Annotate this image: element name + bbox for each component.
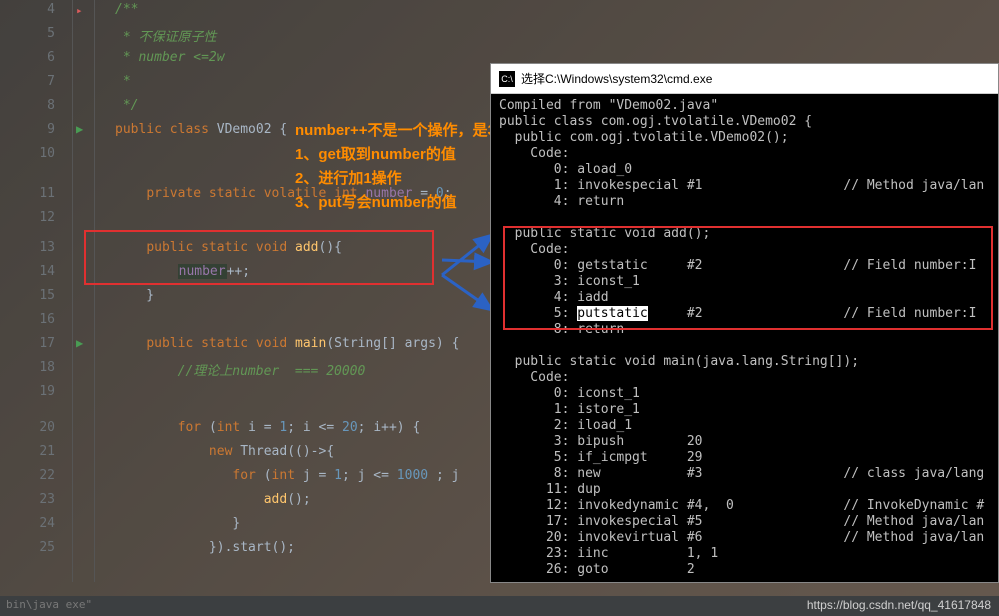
cmd-title-text: 选择C:\Windows\system32\cmd.exe xyxy=(521,70,712,87)
watermark: https://blog.csdn.net/qq_41617848 xyxy=(807,598,991,612)
line-number: 7 xyxy=(30,74,55,89)
code-line[interactable]: /** xyxy=(115,2,138,17)
code-line[interactable]: * 不保证原子性 xyxy=(115,26,216,45)
code-line[interactable]: * number <=2w xyxy=(115,50,225,65)
annotation-3: 2、进行加1操作 xyxy=(295,167,402,188)
line-number: 22 xyxy=(30,468,55,483)
code-line[interactable]: } xyxy=(115,516,240,531)
code-line[interactable]: public static void main(String[] args) { xyxy=(115,336,459,351)
line-number: 13 xyxy=(30,240,55,255)
line-number: 25 xyxy=(30,540,55,555)
line-number: 11 xyxy=(30,186,55,201)
bookmark-icon[interactable]: ▸ xyxy=(76,4,83,17)
line-number: 21 xyxy=(30,444,55,459)
line-number: 5 xyxy=(30,26,55,41)
line-number: 23 xyxy=(30,492,55,507)
code-line[interactable]: */ xyxy=(115,98,138,113)
line-number: 16 xyxy=(30,312,55,327)
red-highlight-editor xyxy=(84,230,434,285)
line-number: 20 xyxy=(30,420,55,435)
code-line[interactable]: for (int i = 1; i <= 20; i++) { xyxy=(115,420,420,435)
gutter: 4 5 6 7 8 9 10 11 12 13 14 15 16 17 18 19 20 21 22 23 24 25 xyxy=(0,0,90,582)
line-number: 10 xyxy=(30,146,55,161)
code-line[interactable]: } xyxy=(115,288,154,303)
code-line[interactable]: new Thread(()->{ xyxy=(115,444,334,459)
line-number: 24 xyxy=(30,516,55,531)
line-number: 6 xyxy=(30,50,55,65)
code-line[interactable]: //理论上number === 20000 xyxy=(115,360,365,379)
line-number: 8 xyxy=(30,98,55,113)
annotation-2: 1、get取到number的值 xyxy=(295,143,456,164)
code-line[interactable]: }).start(); xyxy=(115,540,295,555)
gutter-divider-2 xyxy=(94,0,95,582)
line-number: 14 xyxy=(30,264,55,279)
cmd-body[interactable]: Compiled from "VDemo02.java" public clas… xyxy=(491,94,998,582)
status-text: bin\java exe" xyxy=(6,598,92,611)
cmd-window[interactable]: C:\ 选择C:\Windows\system32\cmd.exe Compil… xyxy=(490,63,999,583)
annotation-4: 3、put写会number的值 xyxy=(295,191,457,212)
line-number: 15 xyxy=(30,288,55,303)
line-number: 19 xyxy=(30,384,55,399)
line-number: 9 xyxy=(30,122,55,137)
code-line[interactable]: * xyxy=(115,74,131,89)
code-line[interactable]: add(); xyxy=(115,492,311,507)
run-gutter-icon[interactable]: ▶ xyxy=(76,122,83,136)
line-number: 12 xyxy=(30,210,55,225)
code-line[interactable]: for (int j = 1; j <= 1000 ; j xyxy=(115,468,459,483)
cmd-titlebar[interactable]: C:\ 选择C:\Windows\system32\cmd.exe xyxy=(491,64,998,94)
line-number: 17 xyxy=(30,336,55,351)
cmd-icon: C:\ xyxy=(499,71,515,87)
run-gutter-icon-2[interactable]: ▶ xyxy=(76,336,83,350)
cmd-post: #2 // Field number:I 8: return public st… xyxy=(499,306,984,577)
line-number: 18 xyxy=(30,360,55,375)
code-line[interactable]: public class VDemo02 { xyxy=(115,122,287,137)
line-number: 4 xyxy=(30,2,55,17)
red-highlight-cmd xyxy=(503,226,993,330)
